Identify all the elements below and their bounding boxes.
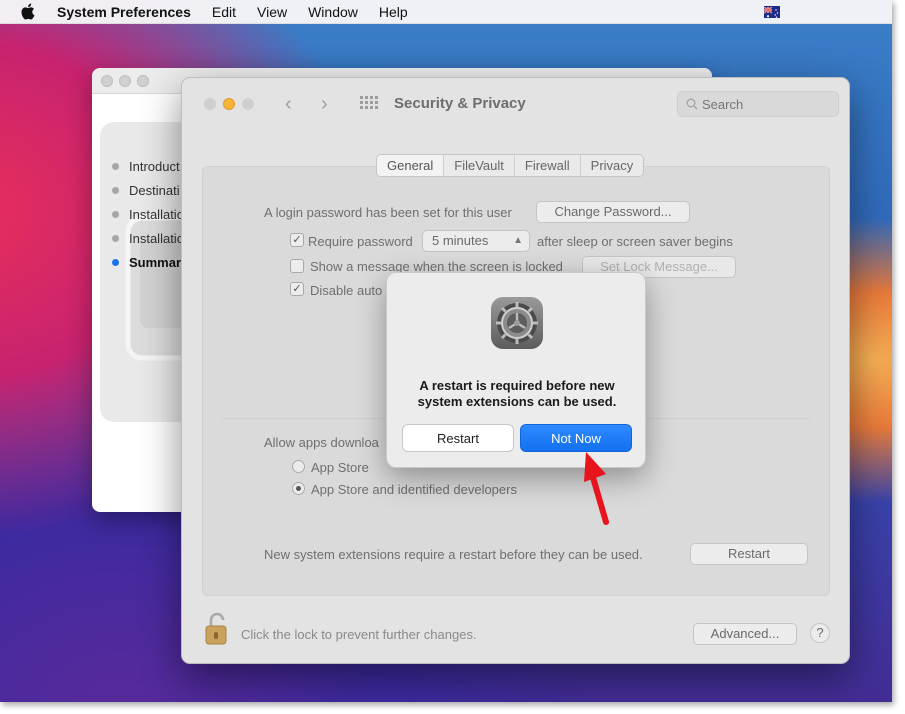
search-icon: [686, 98, 698, 110]
search-input[interactable]: [702, 96, 822, 112]
chevron-updown-icon: ▲: [513, 235, 523, 246]
search-field[interactable]: [677, 91, 839, 117]
disable-auto-login-checkbox[interactable]: ✓: [290, 282, 304, 296]
zoom-icon[interactable]: [242, 98, 254, 110]
installer-step: Installatio: [112, 202, 184, 226]
lock-icon[interactable]: [204, 612, 230, 646]
restart-alert-dialog: A restart is required before new system …: [386, 272, 646, 468]
menu-view[interactable]: View: [257, 4, 287, 20]
minimize-icon[interactable]: [119, 75, 131, 87]
installer-step: Installatio: [112, 226, 184, 250]
australia-flag-icon[interactable]: [764, 6, 780, 18]
alert-message-line: system extensions can be used.: [417, 394, 617, 409]
require-password-label: Require password: [308, 234, 413, 249]
restart-button[interactable]: Restart: [690, 543, 808, 565]
close-icon[interactable]: [101, 75, 113, 87]
advanced-button[interactable]: Advanced...: [693, 623, 797, 645]
tab-filevault[interactable]: FileVault: [444, 155, 515, 176]
alert-message-line: A restart is required before new: [419, 378, 615, 393]
tab-firewall[interactable]: Firewall: [515, 155, 581, 176]
dialog-restart-button[interactable]: Restart: [402, 424, 514, 452]
system-preferences-gear-icon: [491, 297, 543, 349]
after-sleep-label: after sleep or screen saver begins: [537, 234, 733, 249]
annotation-arrow-icon: [584, 452, 609, 525]
back-arrow-icon[interactable]: ‹: [285, 93, 292, 116]
zoom-icon[interactable]: [137, 75, 149, 87]
change-password-button[interactable]: Change Password...: [536, 201, 690, 223]
menu-app-name[interactable]: System Preferences: [57, 4, 191, 20]
menu-edit[interactable]: Edit: [212, 4, 236, 20]
allow-apps-label: Allow apps downloa: [264, 435, 379, 450]
require-password-value: 5 minutes: [432, 233, 489, 248]
lock-hint-label: Click the lock to prevent further change…: [241, 627, 477, 642]
minimize-icon[interactable]: [223, 98, 235, 110]
disable-auto-login-label: Disable auto: [310, 283, 383, 298]
radio-app-store-label: App Store: [311, 460, 369, 475]
window-title: Security & Privacy: [394, 95, 526, 112]
login-password-label: A login password has been set for this u…: [264, 205, 512, 220]
extensions-restart-label: New system extensions require a restart …: [264, 547, 643, 562]
menu-bar: System Preferences Edit View Window Help: [0, 0, 892, 24]
menu-window[interactable]: Window: [308, 4, 358, 20]
radio-app-store[interactable]: [292, 460, 305, 473]
radio-identified-developers[interactable]: [292, 482, 305, 495]
tab-privacy[interactable]: Privacy: [581, 155, 644, 176]
help-button[interactable]: ?: [810, 623, 830, 643]
tab-general[interactable]: General: [377, 155, 445, 176]
menu-help[interactable]: Help: [379, 4, 408, 20]
show-all-grid-icon[interactable]: [360, 96, 378, 110]
window-toolbar: ‹ › Security & Privacy: [182, 78, 849, 130]
desktop: System Preferences Edit View Window Help: [0, 0, 892, 702]
installer-step: Destinati: [112, 178, 184, 202]
installer-step: Introduct: [112, 154, 184, 178]
tab-bar: General FileVault Firewall Privacy: [376, 154, 645, 177]
installer-step-active: Summar: [112, 250, 184, 274]
require-password-checkbox[interactable]: ✓: [290, 233, 304, 247]
alert-message: A restart is required before new system …: [397, 378, 637, 410]
installer-steps: Introduct Destinati Installatio Installa…: [112, 154, 184, 274]
close-icon[interactable]: [204, 98, 216, 110]
radio-identified-developers-label: App Store and identified developers: [311, 482, 517, 497]
require-password-popup[interactable]: 5 minutes ▲: [422, 230, 530, 252]
forward-arrow-icon[interactable]: ›: [321, 93, 328, 116]
show-message-checkbox[interactable]: [290, 259, 304, 273]
apple-logo-icon[interactable]: [20, 3, 36, 20]
